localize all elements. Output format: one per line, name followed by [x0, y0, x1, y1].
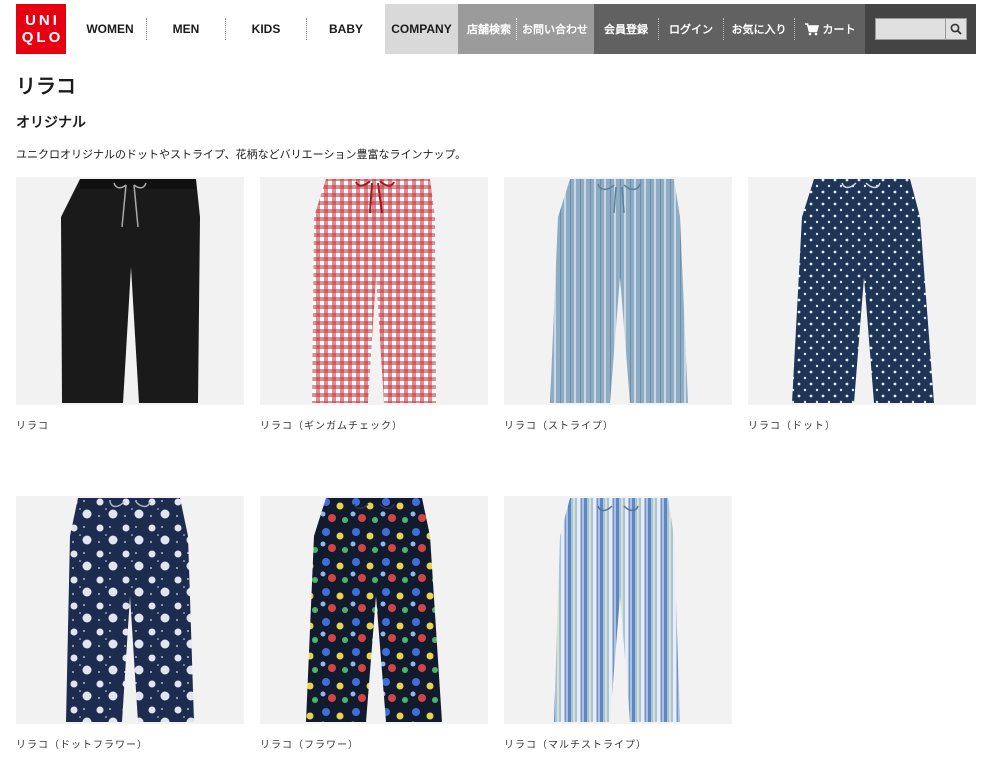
- favorites-link[interactable]: お気に入り: [724, 21, 794, 37]
- member-register-link[interactable]: 会員登録: [594, 21, 658, 37]
- product-image[interactable]: [748, 177, 976, 405]
- page-title: リラコ: [16, 74, 76, 98]
- contact-link[interactable]: お問い合わせ: [522, 21, 588, 37]
- product-image[interactable]: [16, 177, 244, 405]
- pants-dotflower-image: [66, 498, 194, 722]
- cart-label: カート: [822, 23, 856, 36]
- logo-line-1: UNI: [25, 12, 60, 29]
- search-group: [865, 4, 976, 54]
- gender-nav: WOMEN MEN KIDS BABY: [74, 4, 385, 54]
- product-card[interactable]: リラコ（ストライプ）: [504, 177, 732, 432]
- search-icon: [950, 23, 962, 35]
- product-card[interactable]: リラコ（マルチストライプ）: [504, 496, 732, 751]
- search-input[interactable]: [874, 18, 945, 40]
- product-image[interactable]: [260, 496, 488, 724]
- product-name[interactable]: リラコ（フラワー）: [260, 736, 488, 751]
- pants-dot-image: [792, 179, 934, 403]
- product-card[interactable]: リラコ: [16, 177, 244, 432]
- product-name[interactable]: リラコ: [16, 417, 244, 432]
- nav-women[interactable]: WOMEN: [74, 18, 146, 40]
- product-card[interactable]: リラコ（ギンガムチェック）: [260, 177, 488, 432]
- member-group: 会員登録 ログイン お気に入り カート: [594, 4, 865, 54]
- cart-link[interactable]: カート: [795, 21, 865, 37]
- site-header: UNI QLO WOMEN MEN KIDS BABY COMPANY 店舗検索…: [16, 4, 976, 54]
- product-card[interactable]: リラコ（ドット）: [748, 177, 976, 432]
- section-description: ユニクロオリジナルのドットやストライプ、花柄などバリエーション豊富なラインナップ…: [16, 148, 467, 161]
- pants-flower-image: [306, 498, 442, 722]
- product-name[interactable]: リラコ（ギンガムチェック）: [260, 417, 488, 432]
- product-image[interactable]: [504, 177, 732, 405]
- nav-baby[interactable]: BABY: [307, 18, 385, 40]
- product-name[interactable]: リラコ（マルチストライプ）: [504, 736, 732, 751]
- product-name[interactable]: リラコ（ストライプ）: [504, 417, 732, 432]
- product-image[interactable]: [260, 177, 488, 405]
- product-card[interactable]: リラコ（ドットフラワー）: [16, 496, 244, 751]
- product-image[interactable]: [504, 496, 732, 724]
- nav-company[interactable]: COMPANY: [385, 4, 458, 54]
- pants-multistripe-image: [554, 498, 680, 722]
- store-contact-group: 店舗検索 お問い合わせ: [458, 4, 594, 54]
- pants-gingham-image: [312, 179, 436, 403]
- store-divider: [516, 18, 517, 40]
- section-title: オリジナル: [16, 115, 86, 131]
- pants-stripe-image: [550, 179, 688, 403]
- product-card[interactable]: リラコ（フラワー）: [260, 496, 488, 751]
- search-button[interactable]: [944, 18, 967, 40]
- uniqlo-logo[interactable]: UNI QLO: [16, 4, 66, 54]
- login-link[interactable]: ログイン: [659, 21, 723, 37]
- logo-line-2: QLO: [21, 29, 64, 46]
- product-name[interactable]: リラコ（ドットフラワー）: [16, 736, 244, 751]
- product-image[interactable]: [16, 496, 244, 724]
- nav-kids[interactable]: KIDS: [226, 18, 306, 40]
- product-name[interactable]: リラコ（ドット）: [748, 417, 976, 432]
- pants-black-image: [61, 179, 200, 403]
- store-search-link[interactable]: 店舗検索: [467, 21, 511, 37]
- nav-men[interactable]: MEN: [147, 18, 225, 40]
- cart-icon: [804, 22, 819, 35]
